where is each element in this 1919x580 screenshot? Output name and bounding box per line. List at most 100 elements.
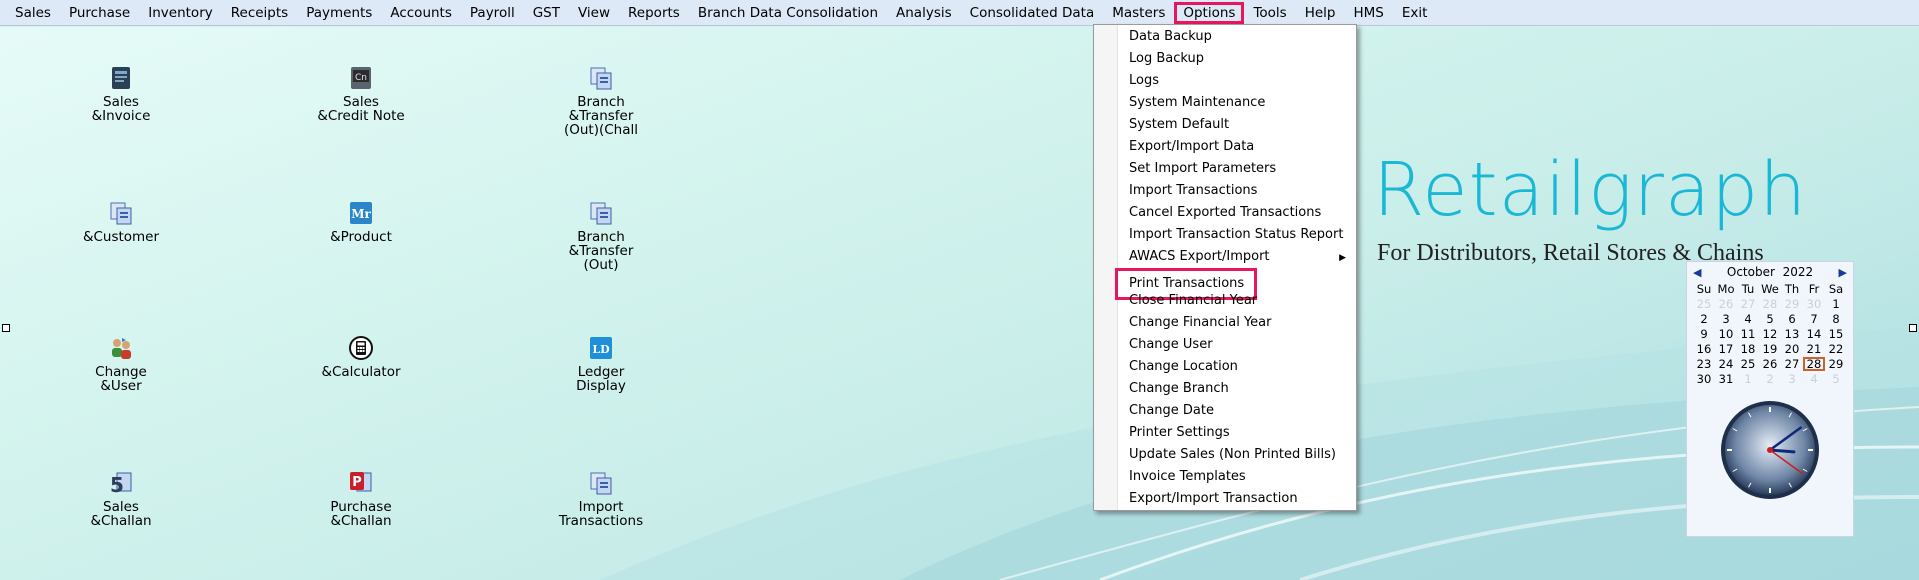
calendar-day[interactable]: 3: [1781, 372, 1803, 386]
resize-handle-left[interactable]: [2, 324, 10, 332]
calendar-day[interactable]: 25: [1693, 297, 1715, 311]
shortcut-product[interactable]: Mr &Product: [286, 200, 436, 274]
shortcut-branch-transfer-out[interactable]: Branch &Transfer (Out): [526, 200, 676, 274]
calendar-day[interactable]: 6: [1781, 312, 1803, 326]
calendar-next-arrow-icon[interactable]: ▶: [1839, 266, 1847, 279]
calendar-day[interactable]: 26: [1759, 357, 1781, 371]
shortcut-purchase-challan[interactable]: P Purchase &Challan: [286, 470, 436, 544]
menu-sales[interactable]: Sales: [6, 2, 60, 24]
calendar-day[interactable]: 23: [1693, 357, 1715, 371]
menu-item-cancel-exported-transactions[interactable]: Cancel Exported Transactions: [1129, 203, 1321, 223]
calendar-day[interactable]: 15: [1825, 327, 1847, 341]
menu-item-update-sales-non-printed-bills[interactable]: Update Sales (Non Printed Bills): [1129, 445, 1336, 465]
calendar-day[interactable]: 7: [1803, 312, 1825, 326]
shortcut-label: Branch &Transfer (Out): [568, 230, 634, 273]
calendar-day[interactable]: 9: [1693, 327, 1715, 341]
calendar-day[interactable]: 27: [1781, 357, 1803, 371]
calendar-day[interactable]: 14: [1803, 327, 1825, 341]
calendar-day[interactable]: 31: [1715, 372, 1737, 386]
menu-exit[interactable]: Exit: [1393, 2, 1437, 24]
calendar-day[interactable]: 8: [1825, 312, 1847, 326]
shortcut-sales-invoice[interactable]: Sales &Invoice: [46, 65, 196, 139]
menu-item-logs[interactable]: Logs: [1129, 71, 1159, 91]
calendar-day[interactable]: 19: [1759, 342, 1781, 356]
menu-purchase[interactable]: Purchase: [60, 2, 139, 24]
calendar-day[interactable]: 29: [1781, 297, 1803, 311]
calendar-day[interactable]: 10: [1715, 327, 1737, 341]
menu-item-import-transactions[interactable]: Import Transactions: [1129, 181, 1257, 201]
shortcut-change-user[interactable]: Change &User: [46, 335, 196, 409]
calendar-day[interactable]: 1: [1737, 372, 1759, 386]
shortcut-calculator[interactable]: &Calculator: [286, 335, 436, 409]
menu-options[interactable]: Options: [1174, 1, 1245, 24]
calendar-prev-arrow-icon[interactable]: ◀: [1693, 266, 1701, 279]
menu-item-system-default[interactable]: System Default: [1129, 115, 1229, 135]
calendar-day[interactable]: 13: [1781, 327, 1803, 341]
menu-receipts[interactable]: Receipts: [222, 2, 297, 24]
calendar-day[interactable]: 22: [1825, 342, 1847, 356]
shortcut-credit-note[interactable]: Cn Sales &Credit Note: [286, 65, 436, 139]
menu-payroll[interactable]: Payroll: [461, 2, 524, 24]
menu-accounts[interactable]: Accounts: [381, 2, 461, 24]
menu-item-data-backup[interactable]: Data Backup: [1129, 27, 1212, 47]
calendar-day[interactable]: 30: [1693, 372, 1715, 386]
menu-gst[interactable]: GST: [524, 2, 569, 24]
calendar-day[interactable]: 20: [1781, 342, 1803, 356]
menu-masters[interactable]: Masters: [1103, 2, 1174, 24]
calendar-month-year[interactable]: October 2022: [1727, 265, 1813, 279]
calendar-day[interactable]: 21: [1803, 342, 1825, 356]
calendar-day[interactable]: 28: [1759, 297, 1781, 311]
menu-item-export-import-data[interactable]: Export/Import Data: [1129, 137, 1254, 157]
calendar-day[interactable]: 11: [1737, 327, 1759, 341]
menu-item-change-location[interactable]: Change Location: [1129, 357, 1238, 377]
menu-consolidated-data[interactable]: Consolidated Data: [961, 2, 1104, 24]
menu-item-awacs-export-import[interactable]: AWACS Export/Import: [1129, 247, 1270, 267]
calendar-day[interactable]: 5: [1759, 312, 1781, 326]
menu-inventory[interactable]: Inventory: [139, 2, 221, 24]
calendar-day[interactable]: 5: [1825, 372, 1847, 386]
shortcut-import-transactions[interactable]: Import Transactions: [526, 470, 676, 544]
calendar-day[interactable]: 24: [1715, 357, 1737, 371]
menu-branch-data-consolidation[interactable]: Branch Data Consolidation: [689, 2, 887, 24]
menu-item-import-transaction-status-report[interactable]: Import Transaction Status Report: [1129, 225, 1343, 245]
menu-item-set-import-parameters[interactable]: Set Import Parameters: [1129, 159, 1276, 179]
menu-item-change-user[interactable]: Change User: [1129, 335, 1213, 355]
menu-item-invoice-templates[interactable]: Invoice Templates: [1129, 467, 1246, 487]
shortcut-sales-challan[interactable]: 5 Sales &Challan: [46, 470, 196, 544]
calendar-day[interactable]: 27: [1737, 297, 1759, 311]
shortcut-ledger[interactable]: LD Ledger Display: [526, 335, 676, 409]
resize-handle-right[interactable]: [1909, 324, 1917, 332]
menu-tools[interactable]: Tools: [1244, 2, 1295, 24]
calendar-day[interactable]: 30: [1803, 297, 1825, 311]
menu-item-close-financial-year[interactable]: Close Financial Year: [1129, 291, 1257, 311]
menu-item-export-import-transaction[interactable]: Export/Import Transaction: [1129, 489, 1298, 509]
shortcut-branch-transfer[interactable]: Branch &Transfer (Out)(Chall: [526, 65, 676, 139]
menu-item-change-branch[interactable]: Change Branch: [1129, 379, 1229, 399]
menu-item-change-date[interactable]: Change Date: [1129, 401, 1214, 421]
menu-item-change-financial-year[interactable]: Change Financial Year: [1129, 313, 1272, 333]
shortcut-customer[interactable]: &Customer: [46, 200, 196, 274]
calendar-day[interactable]: 18: [1737, 342, 1759, 356]
calendar-day[interactable]: 3: [1715, 312, 1737, 326]
calendar-day[interactable]: 4: [1803, 372, 1825, 386]
calendar-day[interactable]: 16: [1693, 342, 1715, 356]
menu-view[interactable]: View: [569, 2, 619, 24]
calendar-day[interactable]: 25: [1737, 357, 1759, 371]
menu-item-log-backup[interactable]: Log Backup: [1129, 49, 1204, 69]
menu-payments[interactable]: Payments: [297, 2, 381, 24]
menu-reports[interactable]: Reports: [619, 2, 689, 24]
calendar-day[interactable]: 2: [1759, 372, 1781, 386]
calendar-day[interactable]: 26: [1715, 297, 1737, 311]
calendar-day[interactable]: 29: [1825, 357, 1847, 371]
calendar-day[interactable]: 4: [1737, 312, 1759, 326]
menu-item-printer-settings[interactable]: Printer Settings: [1129, 423, 1230, 443]
calendar-day[interactable]: 12: [1759, 327, 1781, 341]
calendar-day[interactable]: 17: [1715, 342, 1737, 356]
calendar-today[interactable]: 28: [1803, 357, 1825, 371]
menu-hms[interactable]: HMS: [1345, 2, 1393, 24]
calendar-day[interactable]: 2: [1693, 312, 1715, 326]
menu-help[interactable]: Help: [1296, 2, 1345, 24]
menu-analysis[interactable]: Analysis: [887, 2, 961, 24]
calendar-day[interactable]: 1: [1825, 297, 1847, 311]
menu-item-system-maintenance[interactable]: System Maintenance: [1129, 93, 1265, 113]
